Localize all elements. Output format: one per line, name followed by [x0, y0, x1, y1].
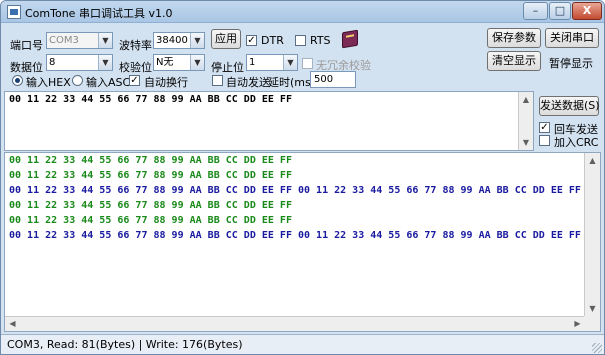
chevron-down-icon: ▼	[190, 33, 204, 48]
input-asc-label: 输入ASC	[86, 76, 131, 89]
autosend-checkbox[interactable]	[212, 75, 223, 86]
resize-grip-icon[interactable]	[592, 343, 602, 353]
minimize-button[interactable]: –	[523, 2, 548, 20]
databits-select[interactable]: 8 ▼	[46, 54, 113, 71]
rts-label: RTS	[310, 34, 331, 47]
send-data-text: 00 11 22 33 44 55 66 77 88 99 AA BB CC D…	[9, 94, 292, 105]
send-scrollbar[interactable]: ▲ ▼	[518, 92, 533, 150]
databits-value: 8	[49, 57, 56, 68]
input-hex-label: 输入HEX	[26, 76, 71, 89]
close-button[interactable]: X	[572, 2, 602, 20]
receive-vscrollbar[interactable]: ▲ ▼	[584, 153, 600, 316]
status-bar: COM3, Read: 81(Bytes) | Write: 176(Bytes…	[1, 334, 604, 354]
receive-textarea[interactable]: 00 11 22 33 44 55 66 77 88 99 AA BB CC D…	[4, 152, 601, 332]
scroll-down-icon[interactable]: ▼	[519, 135, 533, 150]
scroll-left-icon[interactable]: ◀	[5, 317, 20, 332]
send-textarea[interactable]: 00 11 22 33 44 55 66 77 88 99 AA BB CC D…	[4, 91, 534, 151]
receive-line: 00 11 22 33 44 55 66 77 88 99 AA BB CC D…	[9, 185, 581, 196]
window-title: ComTone 串口调试工具 v1.0	[25, 7, 173, 20]
chevron-down-icon: ▼	[190, 55, 204, 70]
databits-label: 数据位	[10, 61, 43, 74]
chevron-down-icon: ▼	[98, 55, 112, 70]
receive-line: 00 11 22 33 44 55 66 77 88 99 AA BB CC D…	[9, 215, 292, 226]
status-text: COM3, Read: 81(Bytes) | Write: 176(Bytes…	[7, 338, 243, 351]
chevron-down-icon: ▼	[283, 55, 297, 70]
input-hex-radio[interactable]	[12, 75, 23, 86]
port-value: COM3	[49, 35, 79, 46]
autowrap-checkbox[interactable]: ✓	[129, 75, 140, 86]
rts-checkbox[interactable]	[295, 35, 306, 46]
stopbits-select[interactable]: 1 ▼	[246, 54, 298, 71]
enter-send-checkbox[interactable]: ✓	[539, 122, 550, 133]
clear-display-button[interactable]: 清空显示	[487, 51, 541, 71]
scroll-up-icon[interactable]: ▲	[585, 153, 600, 168]
app-icon	[7, 5, 21, 19]
add-crc-checkbox[interactable]	[539, 135, 550, 146]
baud-select[interactable]: 38400 ▼	[153, 32, 205, 49]
scroll-up-icon[interactable]: ▲	[519, 92, 533, 107]
baud-label: 波特率	[119, 39, 152, 52]
send-data-button[interactable]: 发送数据(S)	[539, 96, 600, 116]
apply-button[interactable]: 应用	[211, 29, 241, 49]
scroll-corner	[584, 316, 600, 331]
parity-select[interactable]: N无 ▼	[153, 54, 205, 71]
parity-value: N无	[156, 57, 174, 68]
chevron-down-icon: ▼	[98, 33, 112, 48]
settings-panel: 端口号 COM3 ▼ 波特率 38400 ▼ 应用 ✓ DTR RTS 数据位 …	[4, 24, 601, 90]
receive-line: 00 11 22 33 44 55 66 77 88 99 AA BB CC D…	[9, 170, 292, 181]
add-crc-label: 加入CRC	[554, 136, 599, 149]
app-window: ComTone 串口调试工具 v1.0 – □ X 端口号 COM3 ▼ 波特率…	[0, 0, 605, 355]
dtr-checkbox[interactable]: ✓	[246, 35, 257, 46]
dtr-label: DTR	[261, 34, 284, 47]
title-bar: ComTone 串口调试工具 v1.0 – □ X	[1, 1, 604, 23]
autowrap-label: 自动换行	[144, 76, 188, 89]
parity-label: 校验位	[119, 61, 152, 74]
input-asc-radio[interactable]	[72, 75, 83, 86]
port-label: 端口号	[10, 39, 43, 52]
scroll-down-icon[interactable]: ▼	[585, 301, 600, 316]
delay-input[interactable]: 500	[310, 71, 356, 88]
receive-line: 00 11 22 33 44 55 66 77 88 99 AA BB CC D…	[9, 230, 581, 241]
baud-value: 38400	[156, 35, 188, 46]
receive-line: 00 11 22 33 44 55 66 77 88 99 AA BB CC D…	[9, 155, 292, 166]
receive-hscrollbar[interactable]: ◀ ▶	[5, 316, 585, 331]
port-select[interactable]: COM3 ▼	[46, 32, 113, 49]
stopbits-label: 停止位	[211, 61, 244, 74]
maximize-button[interactable]: □	[549, 2, 571, 20]
scroll-right-icon[interactable]: ▶	[570, 317, 585, 332]
stopbits-value: 1	[249, 57, 256, 68]
save-params-button[interactable]: 保存参数	[487, 28, 541, 48]
close-port-button[interactable]: 关闭串口	[545, 28, 599, 48]
receive-line: 00 11 22 33 44 55 66 77 88 99 AA BB CC D…	[9, 200, 292, 211]
redundant-checkbox[interactable]	[302, 58, 313, 69]
autosend-label: 自动发送	[226, 76, 270, 89]
book-icon[interactable]	[342, 29, 358, 49]
pause-display-button[interactable]: 暂停显示	[549, 55, 593, 71]
